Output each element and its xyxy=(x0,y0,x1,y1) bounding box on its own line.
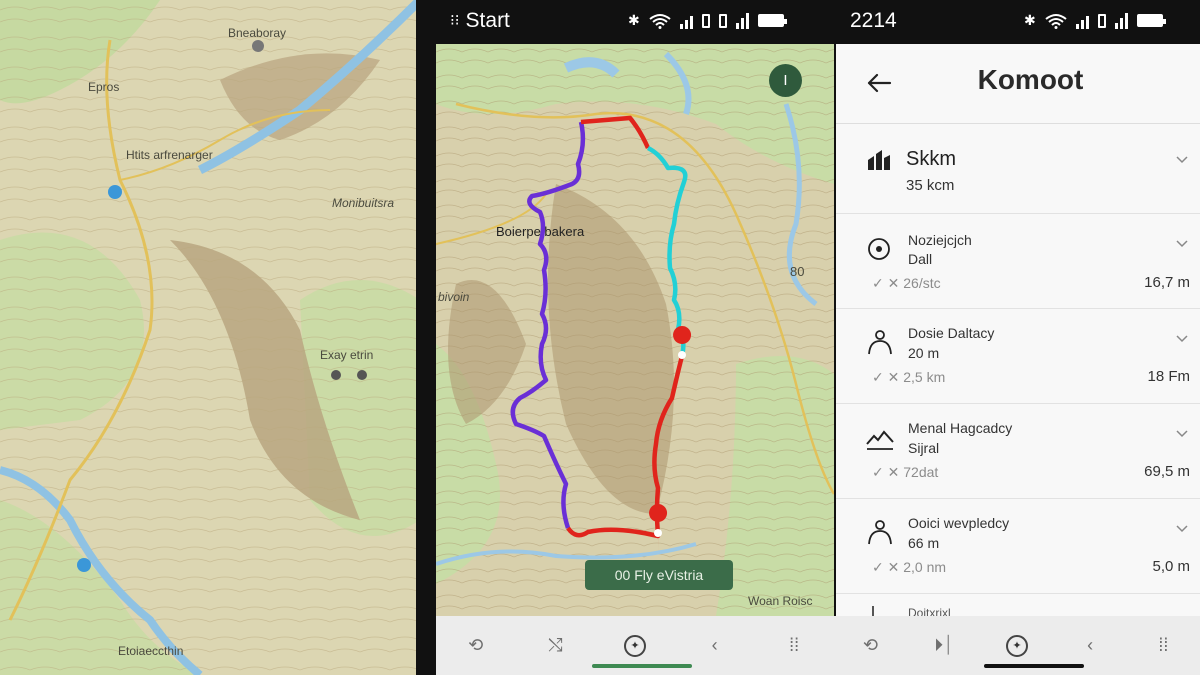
pin-icon xyxy=(872,606,882,616)
background-map: Bneaboray Epros Htits arfrenarger Monibu… xyxy=(0,0,424,675)
nav-skip-icon[interactable]: ⏵⏐ xyxy=(924,626,964,666)
map-label: Exay etrin xyxy=(320,348,374,362)
map-label: Boierpe bakera xyxy=(496,224,585,239)
header: Komoot xyxy=(836,44,1200,124)
status-time-text: Start xyxy=(465,9,510,32)
person-icon xyxy=(868,520,892,545)
background-map-canvas xyxy=(0,0,424,675)
map-label: Bneaboray xyxy=(228,26,287,40)
phone-map-screen: ⁝⁝ Start ✱ Boierpe bakera bivoin 80 Woan… xyxy=(416,0,834,675)
status-title: ⁝⁝ Start xyxy=(450,9,510,33)
grid-icon: ⁝⁝ xyxy=(450,12,460,29)
row-title: Dosie Daltacy xyxy=(908,325,995,341)
status-bar: 2214 ✱ xyxy=(834,0,1200,44)
route-details-panel: Komoot Skkm 35 kcm Noziejcjch Dall ✓ ✕ 2… xyxy=(836,44,1200,616)
route-map[interactable]: Boierpe bakera bivoin 80 Woan Roisc I 00… xyxy=(436,44,834,616)
nav-compass-icon[interactable]: ✦ xyxy=(615,626,655,666)
person-icon xyxy=(868,330,892,355)
steering-icon xyxy=(868,238,890,260)
alarm-icon: ✱ xyxy=(628,12,640,28)
signal-icon xyxy=(735,12,749,29)
row-subtitle: 66 m xyxy=(908,535,940,551)
map-pin-icon xyxy=(108,185,122,199)
phone-details-screen: 2214 ✱ Komoot Skkm 35 kcm Noziejcjch Dal… xyxy=(834,0,1200,675)
map-action-button[interactable]: I xyxy=(769,64,802,97)
buildings-icon xyxy=(868,150,890,170)
stat-row[interactable]: Ooici wevpledcy 66 m ✓ ✕ 2,0 nm 5,0 m xyxy=(836,499,1200,594)
map-label: bivoin xyxy=(438,290,470,304)
stat-row[interactable]: Dosie Daltacy 20 m ✓ ✕ 2,5 km 18 Fm xyxy=(836,309,1200,404)
stat-row[interactable]: Noziejcjch Dall ✓ ✕ 26/stc 16,7 m xyxy=(836,214,1200,309)
map-pin-icon xyxy=(77,558,91,572)
sim-icon xyxy=(1097,13,1106,28)
map-label: Epros xyxy=(88,80,120,94)
status-time-text: 2214 xyxy=(850,9,897,32)
row-title: Doitxrixl xyxy=(908,606,951,616)
signal-icon xyxy=(1114,12,1128,29)
battery-icon xyxy=(757,14,787,27)
row-value: 69,5 m xyxy=(1144,463,1190,480)
map-label: Etoiaeccthin xyxy=(118,644,184,658)
alarm-icon: ✱ xyxy=(1024,12,1036,28)
map-poi-icon xyxy=(331,370,341,380)
row-value: 5,0 m xyxy=(1152,558,1190,575)
summary-title: Skkm xyxy=(906,148,956,170)
map-label: Monibuitsra xyxy=(332,196,395,210)
route-map-canvas[interactable] xyxy=(436,44,834,616)
signal-icon xyxy=(679,13,693,29)
row-subtitle: Sijral xyxy=(908,440,940,456)
nav-back-chevron-icon[interactable]: ‹ xyxy=(695,626,735,666)
row-subtitle: Dall xyxy=(908,251,933,267)
route-info-pill[interactable]: 00 Fly eVistria xyxy=(585,560,733,590)
row-meta: ✓ ✕ 2,5 km xyxy=(872,369,946,385)
wifi-icon xyxy=(1045,13,1067,29)
row-subtitle: 20 m xyxy=(908,345,940,361)
summary-row[interactable]: Skkm 35 kcm xyxy=(836,124,1200,214)
map-pin-icon xyxy=(252,40,264,52)
row-meta: ✓ ✕ 72dat xyxy=(872,464,939,480)
wifi-icon xyxy=(649,13,671,29)
battery-icon xyxy=(1136,14,1166,27)
nav-grid-icon[interactable]: ⁞⁞ xyxy=(1143,626,1183,666)
chevron-down-icon[interactable] xyxy=(1176,156,1188,164)
row-meta: ✓ ✕ 2,0 nm xyxy=(872,559,947,575)
row-value: 18 Fm xyxy=(1147,368,1190,385)
stat-row[interactable]: Menal Hagcadcy Sijral ✓ ✕ 72dat 69,5 m xyxy=(836,404,1200,499)
summary-subtitle: 35 kcm xyxy=(906,177,955,194)
page-title: Komoot xyxy=(977,64,1084,95)
nav-indicator xyxy=(984,664,1084,668)
chevron-down-icon[interactable] xyxy=(1176,525,1188,533)
nav-grid-icon[interactable]: ⁞⁞ xyxy=(774,626,814,666)
row-title: Noziejcjch xyxy=(908,232,972,248)
row-title: Menal Hagcadcy xyxy=(908,420,1013,436)
chevron-down-icon[interactable] xyxy=(1176,240,1188,248)
map-label: Woan Roisc xyxy=(748,594,813,608)
sim-icon xyxy=(701,13,710,28)
nav-compass-icon[interactable]: ✦ xyxy=(997,626,1037,666)
map-poi-icon xyxy=(357,370,367,380)
signal-icon xyxy=(1075,13,1089,29)
nav-shuffle-icon[interactable]: ⤭ xyxy=(535,626,575,666)
elevation-icon xyxy=(866,430,894,450)
row-value: 16,7 m xyxy=(1144,274,1190,291)
status-icons: ✱ xyxy=(628,12,787,29)
stat-row[interactable]: Doitxrixl xyxy=(836,594,1200,616)
nav-indicator xyxy=(592,664,692,668)
nav-back-chevron-icon[interactable]: ‹ xyxy=(1070,626,1110,666)
status-bar: ⁝⁝ Start ✱ xyxy=(416,0,834,44)
nav-back-square-icon[interactable]: ⟲ xyxy=(456,626,496,666)
map-label: Htits arfrenarger xyxy=(126,148,213,162)
chevron-down-icon[interactable] xyxy=(1176,335,1188,343)
map-label: 80 xyxy=(790,264,805,279)
chevron-down-icon[interactable] xyxy=(1176,430,1188,438)
row-meta: ✓ ✕ 26/stc xyxy=(872,275,941,291)
sim-icon xyxy=(718,13,727,28)
nav-back-square-icon[interactable]: ⟲ xyxy=(851,626,891,666)
row-title: Ooici wevpledcy xyxy=(908,515,1010,531)
status-icons: ✱ xyxy=(1024,12,1166,29)
